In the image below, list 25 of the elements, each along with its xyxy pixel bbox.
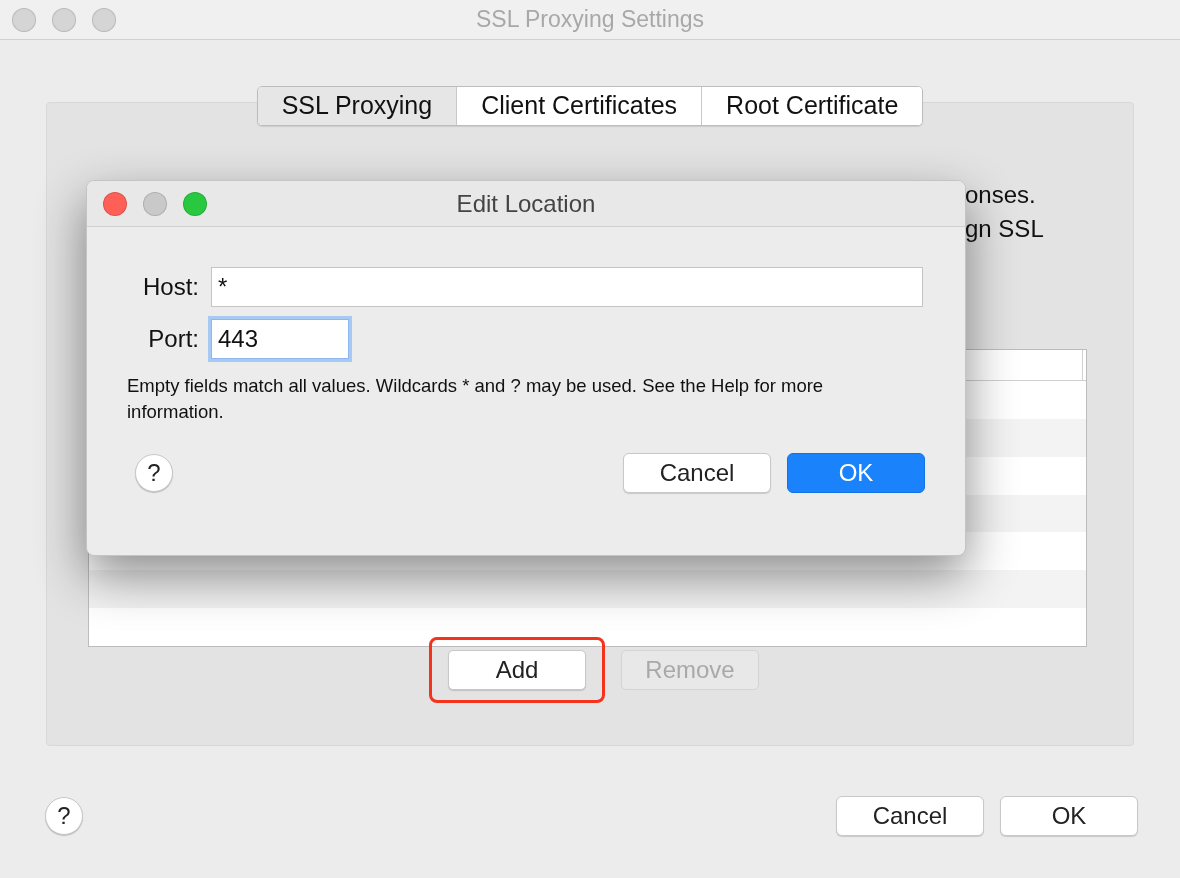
add-button[interactable]: Add [448, 650, 586, 690]
description-text: gn SSL [965, 214, 1044, 244]
dialog-title: Edit Location [456, 188, 596, 219]
host-field[interactable]: * [211, 267, 923, 307]
window-title: SSL Proxying Settings [476, 5, 704, 35]
tab[interactable]: Root Certificate [701, 87, 923, 125]
close-icon[interactable] [103, 191, 127, 216]
zoom-icon[interactable] [183, 191, 207, 216]
field-label: Port: [147, 324, 199, 354]
field-label: Host: [142, 272, 199, 302]
description-text: onses. [965, 180, 1037, 210]
tab[interactable]: SSL Proxying [257, 87, 457, 125]
ok-button[interactable]: OK [787, 453, 925, 493]
dialog-button[interactable]: OK [1000, 796, 1138, 836]
minimize-icon[interactable] [52, 7, 76, 32]
dialog-button[interactable]: Cancel [836, 796, 984, 836]
tab[interactable]: Client Certificates [456, 87, 702, 125]
port-field[interactable]: 443 [211, 319, 349, 359]
zoom-icon[interactable] [92, 7, 116, 32]
help-note: Empty fields match all values. Wildcards * and ? may be used. See the Help for more information. [126, 374, 825, 424]
help-button[interactable]: ? [45, 797, 83, 835]
close-icon[interactable] [12, 7, 36, 32]
dialog-button[interactable]: Cancel [623, 453, 771, 493]
help-button[interactable]: ? [135, 454, 173, 492]
minimize-icon[interactable] [143, 191, 167, 216]
